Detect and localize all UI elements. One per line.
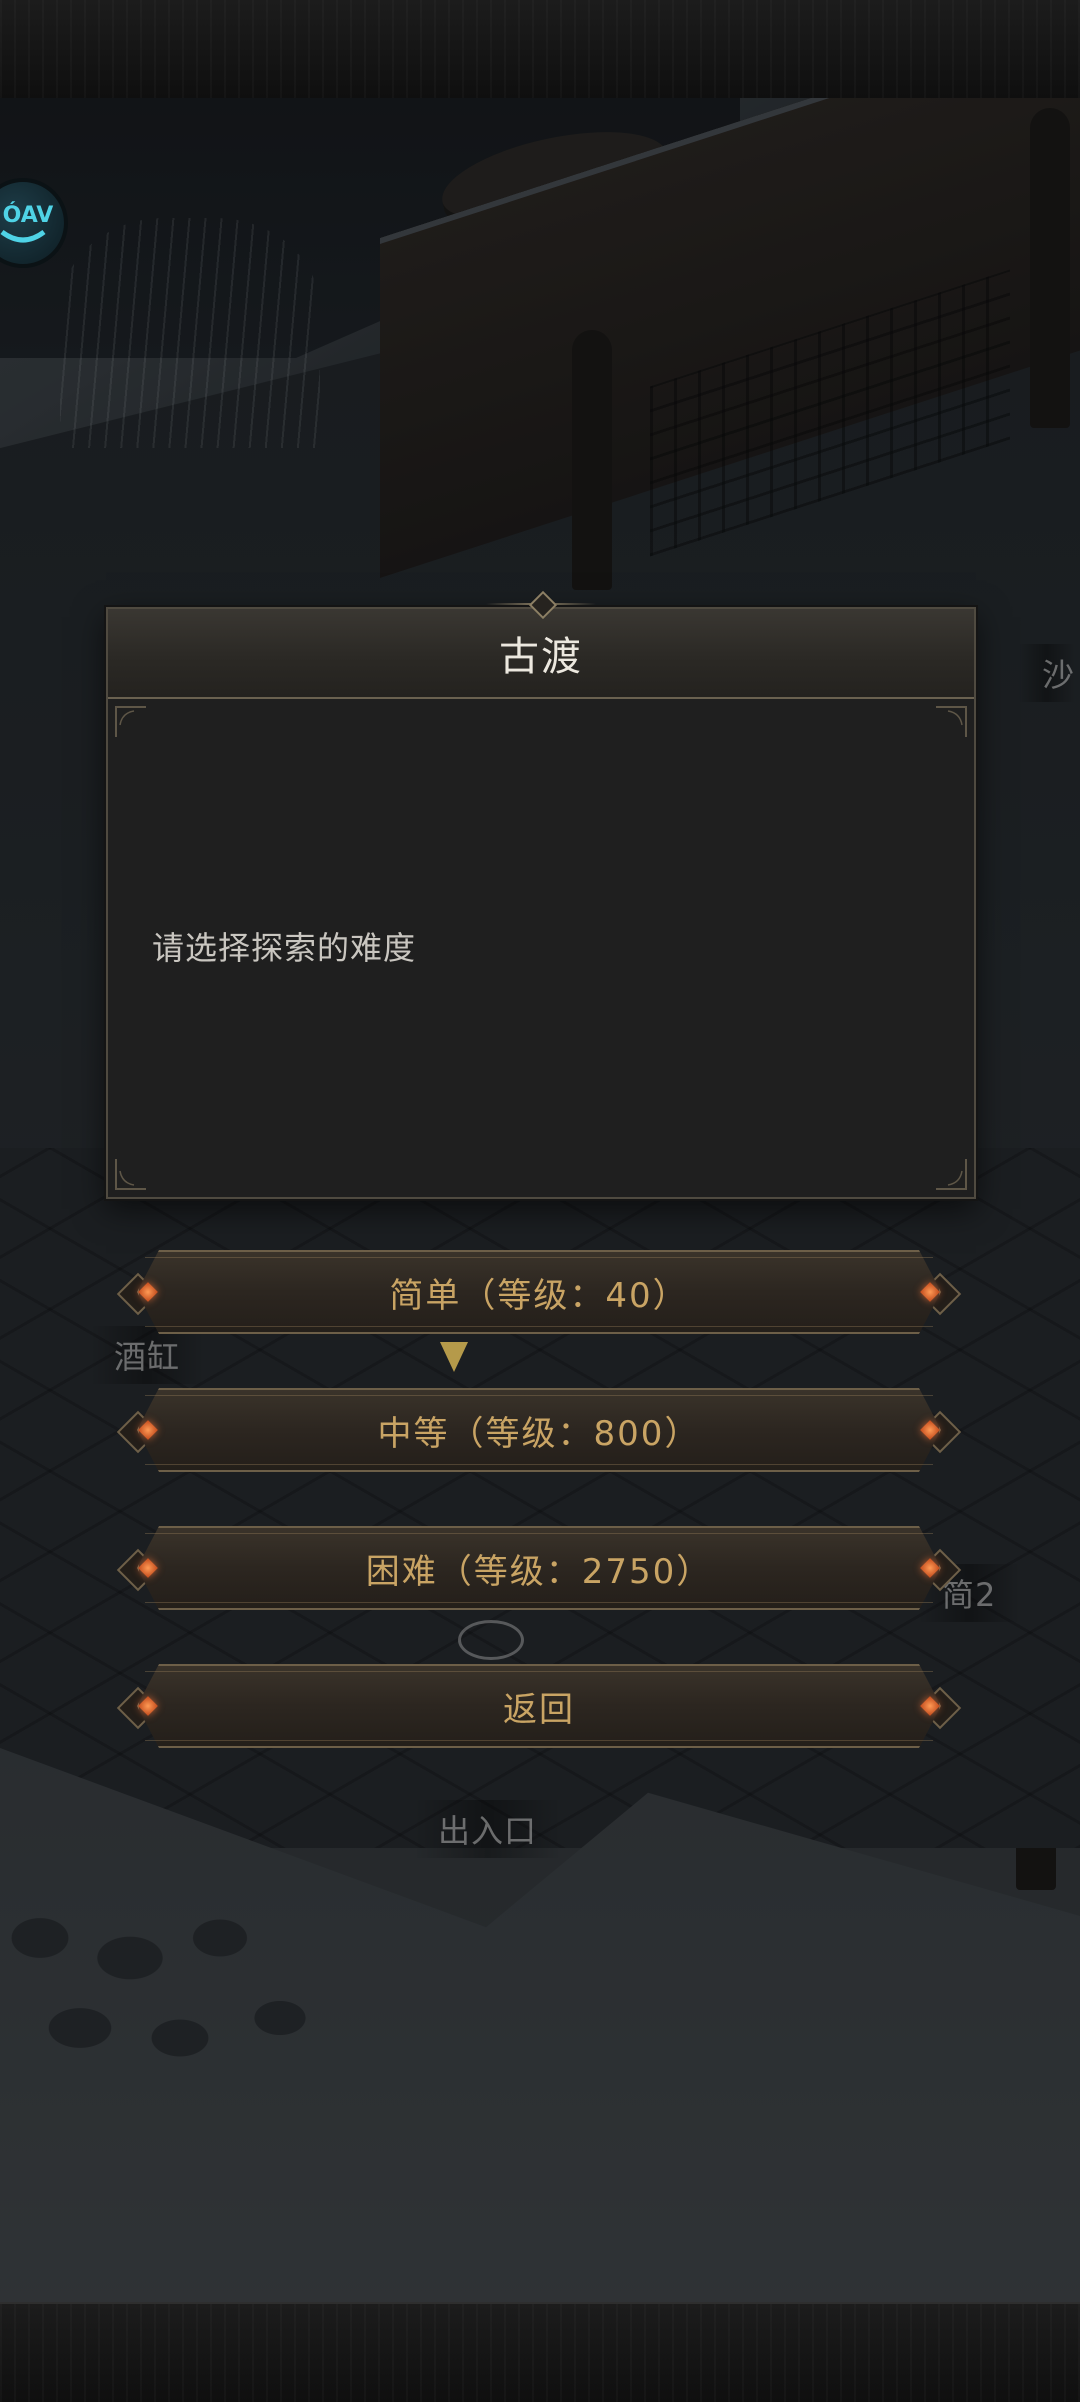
location-marker-icon: [440, 1342, 468, 1372]
floor-ring-marker: [458, 1620, 524, 1660]
dialog-body: 请选择探索的难度: [108, 699, 974, 1197]
dialog-header: 古渡: [108, 590, 974, 699]
difficulty-dialog: 古渡 请选择探索的难度: [106, 590, 976, 1199]
corner-ornament-icon: [934, 1157, 968, 1191]
corner-ornament-icon: [934, 705, 968, 739]
button-label: 简单（等级：40）: [389, 1275, 689, 1316]
button-label: 困难（等级：2750）: [365, 1551, 713, 1592]
corner-ornament-icon: [114, 705, 148, 739]
difficulty-hard-button[interactable]: 困难（等级：2750）: [113, 1520, 965, 1616]
button-label: 中等（等级：800）: [377, 1413, 701, 1454]
top-frame-bar: [0, 0, 1080, 100]
corner-ornament-icon: [114, 1157, 148, 1191]
back-button[interactable]: 返回: [113, 1658, 965, 1754]
difficulty-medium-button[interactable]: 中等（等级：800）: [113, 1382, 965, 1478]
dialog-title: 古渡: [499, 634, 583, 680]
button-label: 返回: [503, 1689, 575, 1730]
badge-text: ÓAV: [3, 202, 54, 228]
dialog-message: 请选择探索的难度: [152, 929, 417, 967]
scene-label-partial-top[interactable]: 沙: [1018, 644, 1076, 702]
game-scene-background: [0, 98, 1080, 2302]
modal-dim-overlay: [0, 98, 1080, 2302]
difficulty-easy-button[interactable]: 简单（等级：40）: [113, 1244, 965, 1340]
bottom-frame-bar: [0, 2302, 1080, 2402]
scene-label-entrance[interactable]: 出入口: [414, 1800, 562, 1858]
